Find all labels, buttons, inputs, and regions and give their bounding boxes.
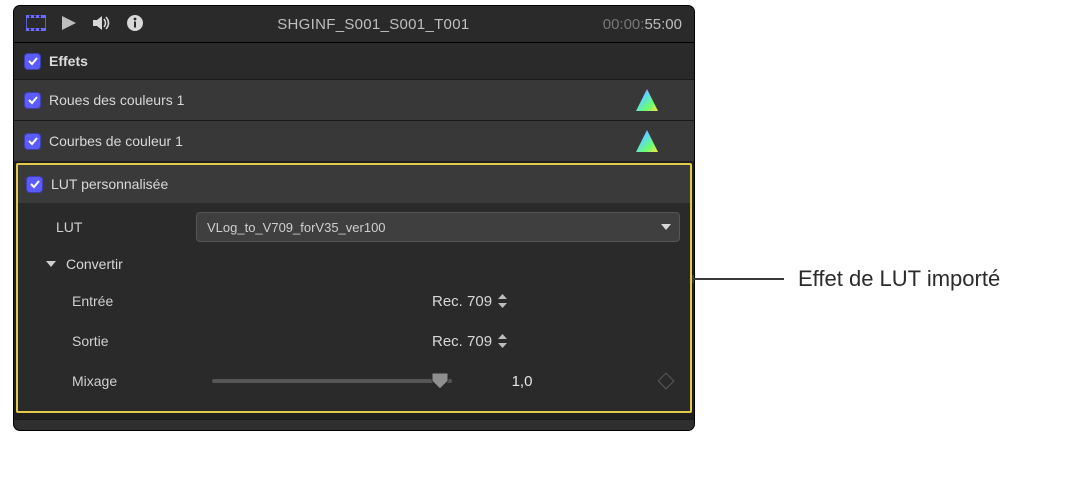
audio-tab-icon[interactable] (92, 15, 112, 34)
stepper-arrows-icon (498, 294, 507, 308)
timecode: 00:00:55:00 (603, 16, 682, 33)
effects-section-label: Effets (49, 53, 88, 69)
mix-slider[interactable] (212, 371, 452, 391)
effects-enable-checkbox[interactable] (24, 53, 41, 70)
callout-text: Effet de LUT importé (798, 266, 1000, 292)
panel-footer (14, 419, 694, 430)
info-tab-icon[interactable] (126, 14, 144, 35)
param-row-mix: Mixage 1,0 (28, 361, 680, 401)
color-preset-icon[interactable] (636, 130, 658, 152)
param-label: Sortie (28, 333, 212, 349)
input-colorspace-popup[interactable]: Rec. 709 (432, 293, 507, 310)
param-label: Entrée (28, 293, 212, 309)
effect-name: LUT personnalisée (51, 176, 168, 192)
disclosure-triangle-icon[interactable] (46, 261, 56, 267)
clip-title: SHGINF_S001_S001_T001 (144, 16, 603, 33)
video-tab-icon[interactable] (26, 15, 46, 34)
param-label: Convertir (66, 256, 123, 272)
param-label: LUT (28, 219, 196, 235)
inspector-panel: SHGINF_S001_S001_T001 00:00:55:00 Effets… (14, 6, 694, 430)
effect-enable-checkbox[interactable] (24, 133, 41, 150)
inspector-header: SHGINF_S001_S001_T001 00:00:55:00 (14, 6, 694, 43)
color-preset-icon[interactable] (636, 89, 658, 111)
popup-value: Rec. 709 (432, 333, 492, 350)
effect-name: Roues des couleurs 1 (49, 92, 636, 108)
lut-popup-value: VLog_to_V709_forV35_ver100 (207, 220, 386, 235)
custom-lut-params: LUT VLog_to_V709_forV35_ver100 Convertir… (18, 203, 690, 411)
effects-section-header[interactable]: Effets (14, 43, 694, 79)
lut-popup[interactable]: VLog_to_V709_forV35_ver100 (196, 212, 680, 242)
mix-value[interactable]: 1,0 (482, 373, 562, 390)
color-tab-icon[interactable] (60, 14, 78, 35)
param-row-output: Sortie Rec. 709 (28, 321, 680, 361)
effect-row-custom-lut[interactable]: LUT personnalisée (18, 165, 690, 203)
effect-name: Courbes de couleur 1 (49, 133, 636, 149)
effect-row-color-wheels[interactable]: Roues des couleurs 1 (14, 79, 694, 120)
param-row-lut: LUT VLog_to_V709_forV35_ver100 (28, 207, 680, 247)
param-row-input: Entrée Rec. 709 (28, 281, 680, 321)
stepper-arrows-icon (498, 334, 507, 348)
effect-enable-checkbox[interactable] (24, 92, 41, 109)
effect-row-color-curves[interactable]: Courbes de couleur 1 (14, 120, 694, 161)
param-label: Mixage (28, 373, 212, 389)
output-colorspace-popup[interactable]: Rec. 709 (432, 333, 507, 350)
slider-thumb-icon[interactable] (431, 372, 449, 390)
chevron-down-icon (661, 224, 671, 230)
param-row-convert[interactable]: Convertir (28, 247, 680, 281)
popup-value: Rec. 709 (432, 293, 492, 310)
annotation-callout: Effet de LUT importé (694, 266, 1000, 292)
effect-enable-checkbox[interactable] (26, 176, 43, 193)
effect-custom-lut-block: LUT personnalisée LUT VLog_to_V709_forV3… (16, 163, 692, 413)
keyframe-diamond-icon[interactable] (658, 373, 675, 390)
callout-leader-line (694, 278, 784, 280)
